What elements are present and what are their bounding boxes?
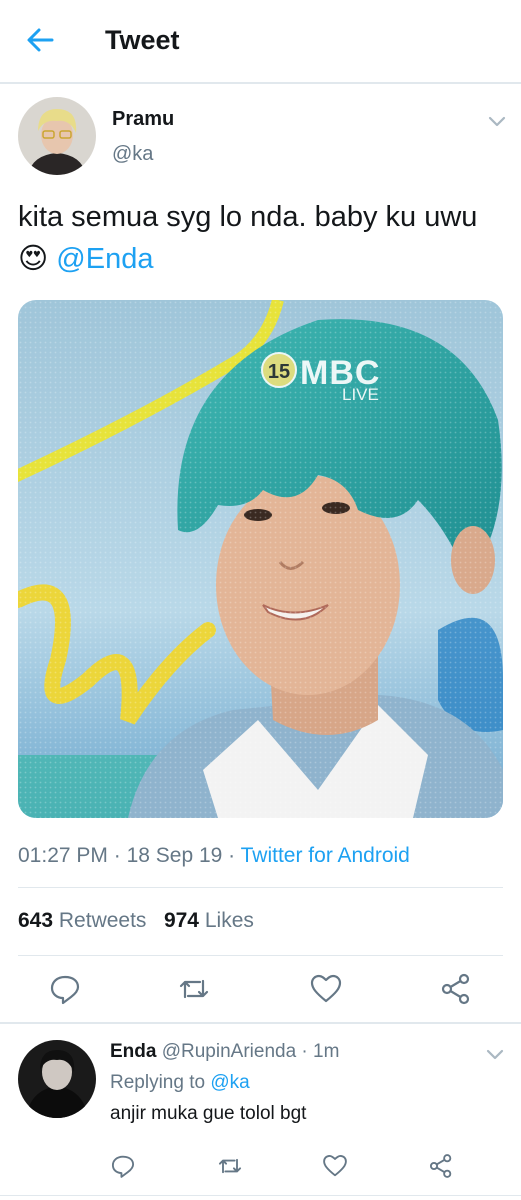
channel-sub: LIVE bbox=[342, 385, 379, 404]
page-title: Tweet bbox=[105, 25, 180, 55]
reply-author-name[interactable]: Enda bbox=[110, 1041, 156, 1062]
author-handle[interactable]: @ka bbox=[112, 143, 153, 166]
reply-author-handle[interactable]: @RupinArienda bbox=[162, 1041, 296, 1062]
section-separator bbox=[0, 1022, 521, 1024]
heart-eyes-emoji: 😍 bbox=[18, 243, 49, 275]
tweet-time: 01:27 PM bbox=[18, 844, 108, 867]
retweet-count: 643 bbox=[18, 909, 54, 932]
replying-to-mention[interactable]: @ka bbox=[210, 1072, 249, 1093]
tweet-photo[interactable]: 15 MBC LIVE bbox=[18, 300, 503, 818]
tweet-text: kita semua syg lo nda. baby ku uwu 😍 @End… bbox=[18, 196, 498, 280]
like-count: 974 bbox=[163, 909, 199, 932]
top-app-bar bbox=[0, 0, 521, 84]
like-label: Likes bbox=[204, 909, 254, 932]
replying-to: Replying to @ka bbox=[110, 1072, 250, 1094]
like-icon[interactable] bbox=[308, 971, 344, 1007]
reply-author-avatar[interactable] bbox=[18, 1040, 96, 1118]
tweet-source-link[interactable]: Twitter for Android bbox=[241, 844, 410, 867]
channel-number: 15 bbox=[268, 361, 290, 383]
retweet-icon[interactable] bbox=[216, 1152, 244, 1180]
author-name[interactable]: Pramu bbox=[112, 108, 174, 131]
replying-to-label: Replying to bbox=[110, 1072, 206, 1093]
author-avatar[interactable] bbox=[18, 97, 96, 175]
tweet-stats: 643 Retweets 974 Likes bbox=[18, 909, 254, 933]
reply-header: Enda @RupinArienda · 1m bbox=[110, 1041, 340, 1062]
chevron-down-icon[interactable] bbox=[484, 108, 510, 134]
likes-stat[interactable]: 974 Likes bbox=[164, 909, 254, 932]
tweet-meta: 01:27 PM · 18 Sep 19 · Twitter for Andro… bbox=[18, 844, 410, 867]
share-icon[interactable] bbox=[427, 1152, 455, 1180]
tweet-date: 18 Sep 19 bbox=[126, 844, 223, 867]
reply-text: anjir muka gue tolol bgt bbox=[110, 1103, 307, 1124]
retweet-icon[interactable] bbox=[176, 971, 212, 1007]
tweet-body: kita semua syg lo nda. baby ku uwu bbox=[18, 201, 478, 233]
reply-time: 1m bbox=[313, 1041, 340, 1062]
like-icon[interactable] bbox=[321, 1152, 349, 1180]
reply-icon[interactable] bbox=[47, 971, 83, 1007]
retweets-stat[interactable]: 643 Retweets bbox=[18, 909, 146, 932]
mention-link[interactable]: @Enda bbox=[56, 243, 153, 275]
divider bbox=[18, 955, 503, 956]
retweet-label: Retweets bbox=[58, 909, 147, 932]
share-icon[interactable] bbox=[438, 971, 474, 1007]
back-arrow-icon[interactable] bbox=[24, 24, 56, 56]
chevron-down-icon[interactable] bbox=[482, 1041, 508, 1067]
divider bbox=[0, 1195, 521, 1196]
reply-icon[interactable] bbox=[109, 1152, 137, 1180]
divider bbox=[18, 887, 503, 888]
